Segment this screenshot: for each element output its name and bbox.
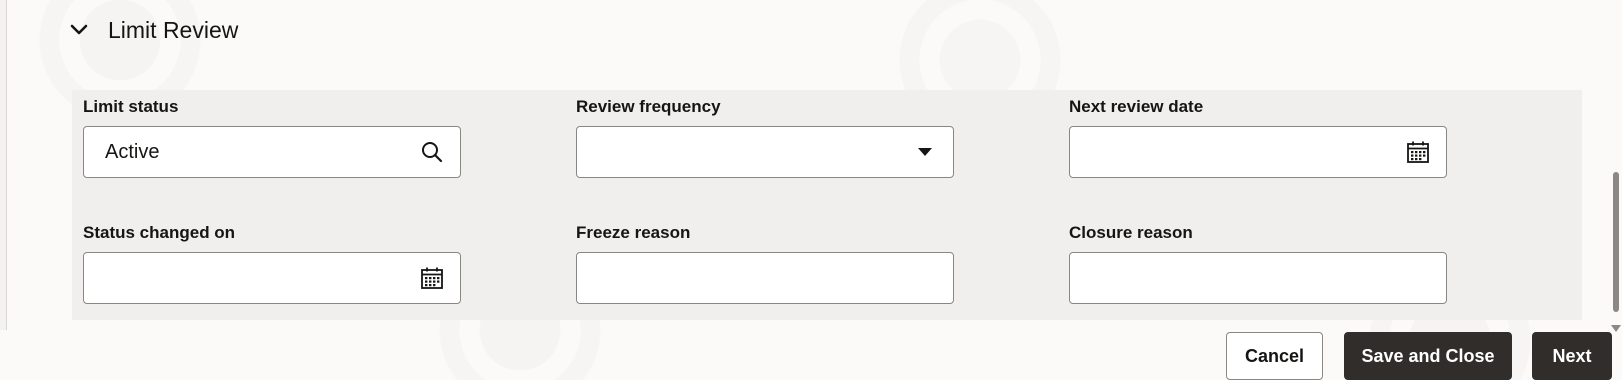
review-frequency-select[interactable] bbox=[576, 126, 954, 178]
next-review-date-input[interactable] bbox=[1069, 126, 1447, 178]
status-changed-on-input[interactable] bbox=[83, 252, 461, 304]
section-title: Limit Review bbox=[108, 16, 239, 43]
limit-status-label: Limit status bbox=[83, 97, 179, 116]
caret-down-icon[interactable] bbox=[911, 138, 939, 166]
next-review-date-label: Next review date bbox=[1069, 97, 1204, 116]
closure-reason-input[interactable] bbox=[1069, 252, 1447, 304]
search-icon[interactable] bbox=[418, 138, 446, 166]
limit-review-panel: Limit status Active Review frequency Nex… bbox=[72, 90, 1582, 320]
review-frequency-field: Review frequency bbox=[576, 96, 954, 178]
save-and-close-button[interactable]: Save and Close bbox=[1344, 332, 1512, 380]
calendar-icon[interactable] bbox=[1404, 138, 1432, 166]
scroll-down-arrow-icon[interactable] bbox=[1611, 325, 1621, 332]
next-button[interactable]: Next bbox=[1532, 332, 1612, 380]
status-changed-on-field: Status changed on bbox=[83, 222, 461, 304]
left-rail bbox=[0, 0, 7, 330]
closure-reason-label: Closure reason bbox=[1069, 223, 1193, 242]
freeze-reason-label: Freeze reason bbox=[576, 223, 691, 242]
status-changed-on-label: Status changed on bbox=[83, 223, 236, 242]
vertical-scrollbar[interactable] bbox=[1610, 170, 1622, 332]
section-header-limit-review[interactable]: Limit Review bbox=[70, 10, 238, 50]
limit-status-input[interactable]: Active bbox=[83, 126, 461, 178]
freeze-reason-input[interactable] bbox=[576, 252, 954, 304]
limit-status-field: Limit status Active bbox=[83, 96, 461, 178]
next-review-date-field: Next review date bbox=[1069, 96, 1447, 178]
calendar-icon[interactable] bbox=[418, 264, 446, 292]
closure-reason-field: Closure reason bbox=[1069, 222, 1447, 304]
scrollbar-thumb[interactable] bbox=[1613, 172, 1619, 312]
limit-status-value[interactable]: Active bbox=[84, 141, 418, 164]
review-frequency-label: Review frequency bbox=[576, 97, 721, 116]
chevron-down-icon[interactable] bbox=[70, 21, 88, 39]
freeze-reason-field: Freeze reason bbox=[576, 222, 954, 304]
cancel-button[interactable]: Cancel bbox=[1226, 332, 1323, 380]
